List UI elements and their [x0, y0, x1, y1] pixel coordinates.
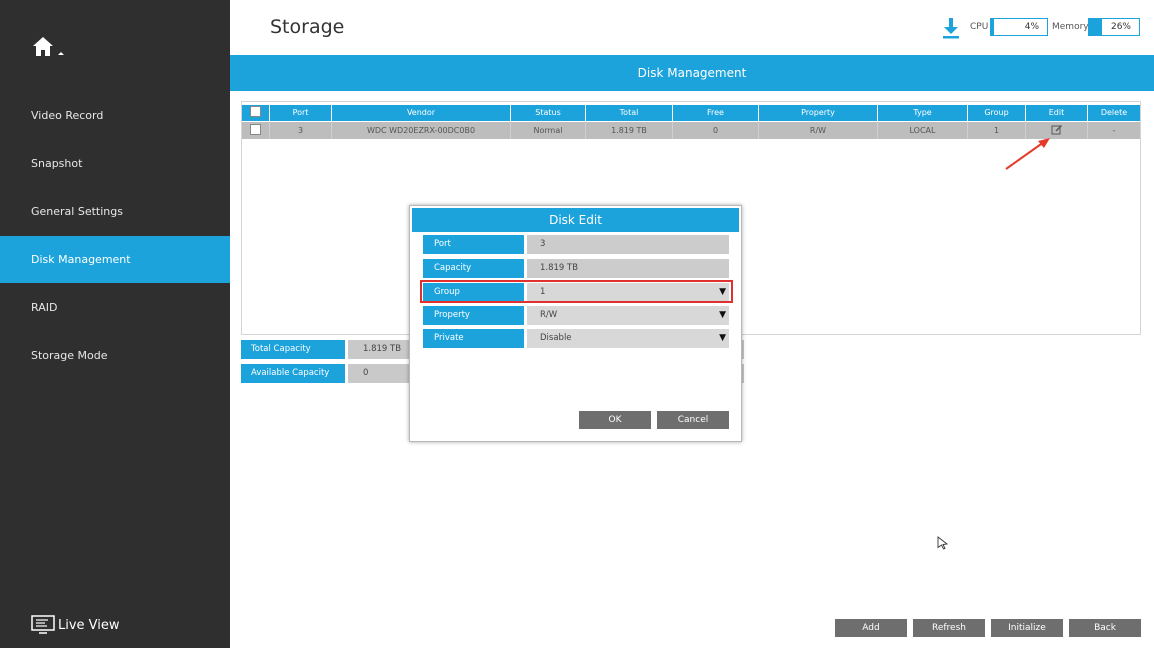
col-property: Property [759, 105, 878, 121]
row-select-cell [242, 122, 270, 139]
home-icon[interactable] [30, 34, 70, 60]
col-edit: Edit [1026, 105, 1088, 121]
col-group: Group [968, 105, 1026, 121]
total-capacity-label: Total Capacity [241, 340, 345, 359]
sidebar-item-snapshot[interactable]: Snapshot [0, 140, 230, 187]
property-label: Property [423, 306, 524, 325]
highlight-box [420, 280, 733, 303]
cancel-button[interactable]: Cancel [657, 411, 729, 429]
back-button[interactable]: Back [1069, 619, 1141, 637]
col-port: Port [270, 105, 332, 121]
download-icon[interactable] [942, 17, 960, 39]
monitor-icon [31, 615, 55, 634]
property-value: R/W [540, 310, 558, 320]
cell-port: 3 [270, 122, 332, 139]
sidebar-item-raid[interactable]: RAID [0, 284, 230, 331]
cell-type: LOCAL [878, 122, 968, 139]
memory-meter: 26% [1088, 18, 1140, 36]
section-title: Disk Management [230, 55, 1154, 91]
col-delete: Delete [1100, 108, 1128, 117]
sidebar-item-video-record[interactable]: Video Record [0, 92, 230, 139]
available-capacity-label: Available Capacity [241, 364, 345, 383]
cell-total: 1.819 TB [586, 122, 673, 139]
sidebar-item-disk-management[interactable]: Disk Management [0, 236, 230, 283]
add-button[interactable]: Add [835, 619, 907, 637]
select-all-cell [242, 105, 270, 121]
port-label: Port [423, 235, 524, 254]
col-free: Free [673, 105, 759, 121]
ok-button[interactable]: OK [579, 411, 651, 429]
cell-status: Normal [511, 122, 586, 139]
dropdown-arrow-icon: ▼ [719, 333, 726, 343]
port-field: 3 [527, 235, 729, 254]
red-arrow-annotation [1005, 138, 1050, 170]
cell-property: R/W [759, 122, 878, 139]
mouse-cursor-icon [937, 536, 949, 550]
private-select[interactable]: Disable ▼ [527, 329, 729, 348]
refresh-button[interactable]: Refresh [913, 619, 985, 637]
col-status: Status [511, 105, 586, 121]
private-value: Disable [540, 333, 572, 343]
property-select[interactable]: R/W ▼ [527, 306, 729, 325]
capacity-field: 1.819 TB [527, 259, 729, 278]
initialize-button[interactable]: Initialize [991, 619, 1063, 637]
live-view-button[interactable]: Live View [31, 614, 120, 636]
select-all-checkbox[interactable] [250, 106, 261, 117]
col-type: Type [878, 105, 968, 121]
cell-vendor: WDC WD20EZRX-00DC0B0 [332, 122, 511, 139]
live-view-label: Live View [58, 617, 120, 633]
cpu-value: 4% [1024, 22, 1039, 32]
sidebar: Video Record Snapshot General Settings D… [0, 0, 230, 648]
row-checkbox[interactable] [250, 124, 261, 135]
capacity-label: Capacity [423, 259, 524, 278]
dialog-title: Disk Edit [412, 208, 739, 232]
col-total: Total [586, 105, 673, 121]
memory-value: 26% [1110, 22, 1131, 32]
cpu-meter: 4% [990, 18, 1048, 36]
sidebar-item-storage-mode[interactable]: Storage Mode [0, 332, 230, 379]
dropdown-arrow-icon: ▼ [719, 310, 726, 320]
cpu-label: CPU [970, 22, 989, 32]
page-title: Storage [270, 16, 345, 38]
col-vendor: Vendor [332, 105, 511, 121]
memory-label: Memory [1052, 22, 1089, 32]
cell-free: 0 [673, 122, 759, 139]
cell-delete[interactable]: - [1088, 122, 1140, 139]
sidebar-item-general-settings[interactable]: General Settings [0, 188, 230, 235]
disk-edit-dialog: Disk Edit Port 3 Capacity 1.819 TB Group… [409, 205, 742, 442]
private-label: Private [423, 329, 524, 348]
table-header: Port Vendor Status Total Free Property T… [242, 105, 1140, 121]
